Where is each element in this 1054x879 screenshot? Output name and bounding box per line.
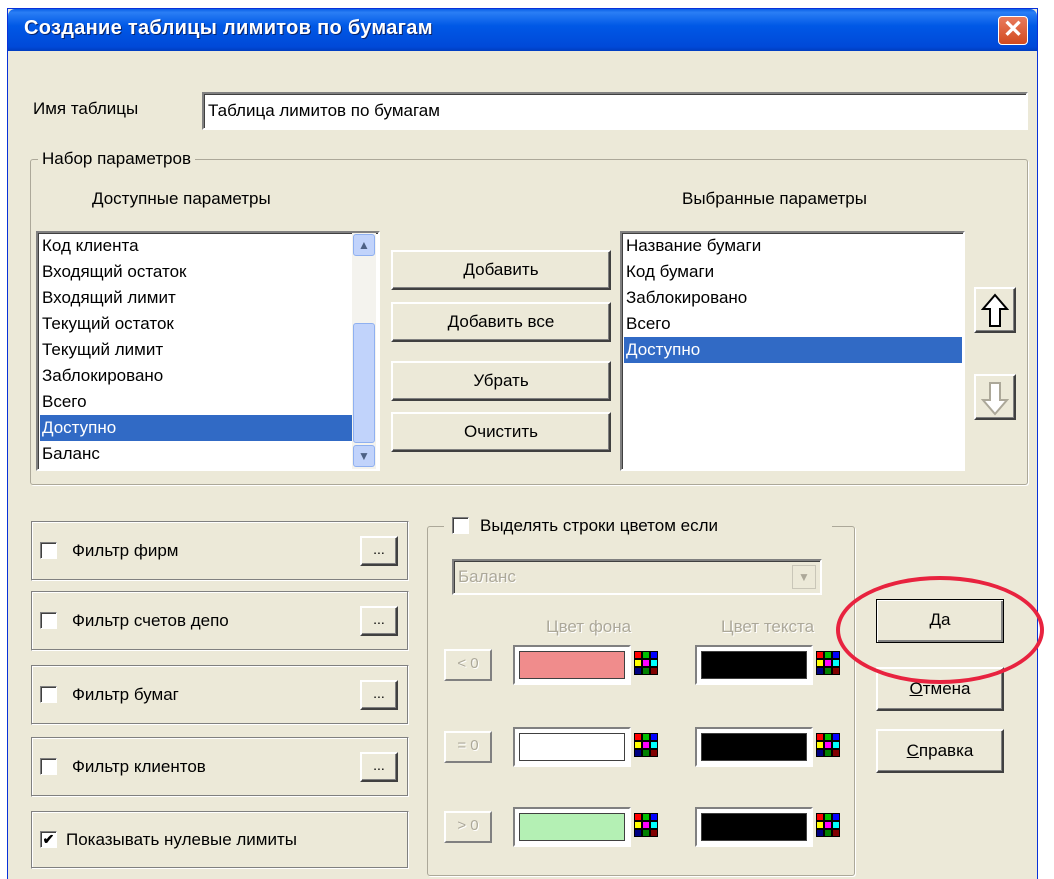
filter-options-button[interactable]: ... <box>360 752 398 782</box>
scroll-up-icon[interactable]: ▲ <box>353 234 375 256</box>
scroll-thumb[interactable] <box>353 323 375 443</box>
available-list-scrollbar[interactable]: ▲ ▼ <box>352 233 376 469</box>
filter-label: Фильтр фирм <box>72 541 179 560</box>
list-item[interactable]: Доступно <box>40 415 352 441</box>
move-down-button[interactable] <box>974 374 1016 420</box>
color-palette-icon[interactable] <box>816 813 842 839</box>
condition-label: = 0 <box>444 731 492 763</box>
filter-box: Фильтр бумаг... <box>31 665 409 725</box>
list-item[interactable]: Заблокировано <box>40 363 352 389</box>
text-color-swatch <box>701 651 807 679</box>
highlight-legend: Выделять строки цветом если <box>444 514 832 538</box>
list-item[interactable]: Всего <box>40 389 352 415</box>
list-item[interactable]: Входящий лимит <box>40 285 352 311</box>
help-button[interactable]: Справка <box>876 729 1004 773</box>
bg-color-swatch <box>519 733 625 761</box>
text-color-swatch-frame[interactable] <box>695 645 813 685</box>
title-bar[interactable]: Создание таблицы лимитов по бумагам ✕ <box>8 9 1037 51</box>
remove-button[interactable]: Убрать <box>391 361 611 401</box>
color-palette-icon[interactable] <box>816 733 842 759</box>
filter-box: Фильтр счетов депо... <box>31 591 409 651</box>
highlight-field-select[interactable]: Баланс ▼ <box>452 559 822 595</box>
color-palette-icon[interactable] <box>634 813 660 839</box>
available-params-header: Доступные параметры <box>92 189 271 208</box>
table-name-value: Таблица лимитов по бумагам <box>208 101 440 120</box>
text-color-swatch-frame[interactable] <box>695 807 813 847</box>
table-name-input[interactable]: Таблица лимитов по бумагам <box>202 92 1028 130</box>
color-palette-icon[interactable] <box>634 651 660 677</box>
add-button[interactable]: Добавить <box>391 250 611 290</box>
highlight-label: Выделять строки цветом если <box>480 516 719 535</box>
close-icon: ✕ <box>1002 16 1024 43</box>
filter-options-button[interactable]: ... <box>360 606 398 636</box>
list-item[interactable]: Заблокировано <box>624 285 962 311</box>
list-item[interactable]: Всего <box>624 311 962 337</box>
show-zero-limits-checkbox[interactable]: ✔ <box>40 831 57 848</box>
filter-label: Фильтр счетов депо <box>72 611 229 630</box>
color-palette-icon[interactable] <box>634 733 660 759</box>
clear-button[interactable]: Очистить <box>391 412 611 452</box>
help-mnemonic: С <box>906 741 919 760</box>
text-color-swatch <box>701 813 807 841</box>
add-all-button[interactable]: Добавить все <box>391 302 611 342</box>
list-item[interactable]: Текущий остаток <box>40 311 352 337</box>
color-palette-icon[interactable] <box>816 651 842 677</box>
down-arrow-icon <box>980 382 1010 416</box>
selected-params-list[interactable]: Название бумаги Код бумаги Заблокировано Вс… <box>620 231 965 471</box>
condition-label: < 0 <box>444 649 492 681</box>
dialog-window: Создание таблицы лимитов по бумагам ✕ Им… <box>7 8 1038 879</box>
bg-color-swatch-frame[interactable] <box>513 645 631 685</box>
highlight-field-value: Баланс <box>458 567 516 586</box>
show-zero-limits-box: ✔ Показывать нулевые лимиты <box>31 811 409 869</box>
filter-checkbox[interactable] <box>40 758 57 775</box>
up-arrow-icon <box>980 293 1010 327</box>
parameters-group-legend: Набор параметров <box>38 149 195 169</box>
show-zero-limits-label: Показывать нулевые лимиты <box>66 830 297 849</box>
filter-label: Фильтр клиентов <box>72 757 206 776</box>
list-item[interactable]: Входящий остаток <box>40 259 352 285</box>
filter-box: Фильтр клиентов... <box>31 737 409 797</box>
move-up-button[interactable] <box>974 287 1016 333</box>
bg-color-swatch-frame[interactable] <box>513 727 631 767</box>
filter-checkbox[interactable] <box>40 542 57 559</box>
list-item[interactable]: Баланс <box>40 441 352 467</box>
highlight-checkbox[interactable] <box>452 517 469 534</box>
text-color-swatch <box>701 733 807 761</box>
text-color-swatch-frame[interactable] <box>695 727 813 767</box>
filter-checkbox[interactable] <box>40 612 57 629</box>
help-label: правка <box>918 741 974 760</box>
available-params-list[interactable]: Код клиента Входящий остаток Входящий лими… <box>36 231 380 471</box>
chevron-down-icon[interactable]: ▼ <box>792 565 816 589</box>
bg-color-swatch <box>519 813 625 841</box>
annotation-circle <box>836 576 1044 684</box>
scroll-down-icon[interactable]: ▼ <box>353 445 375 467</box>
list-item[interactable]: Код бумаги <box>624 259 962 285</box>
filter-checkbox[interactable] <box>40 686 57 703</box>
filter-options-button[interactable]: ... <box>360 680 398 710</box>
text-color-header: Цвет текста <box>721 617 815 636</box>
condition-label: > 0 <box>444 811 492 843</box>
table-name-label: Имя таблицы <box>33 99 139 118</box>
list-item[interactable]: Код клиента <box>40 233 352 259</box>
selected-params-header: Выбранные параметры <box>682 189 867 208</box>
list-item[interactable]: Доступно <box>624 337 962 363</box>
window-title: Создание таблицы лимитов по бумагам <box>24 17 433 39</box>
filter-box: Фильтр фирм... <box>31 521 409 581</box>
close-button[interactable]: ✕ <box>998 16 1028 45</box>
bg-color-swatch <box>519 651 625 679</box>
filter-label: Фильтр бумаг <box>72 685 179 704</box>
list-item[interactable]: Название бумаги <box>624 233 962 259</box>
list-item[interactable]: Текущий лимит <box>40 337 352 363</box>
filter-options-button[interactable]: ... <box>360 536 398 566</box>
bg-color-swatch-frame[interactable] <box>513 807 631 847</box>
bg-color-header: Цвет фона <box>546 617 632 636</box>
